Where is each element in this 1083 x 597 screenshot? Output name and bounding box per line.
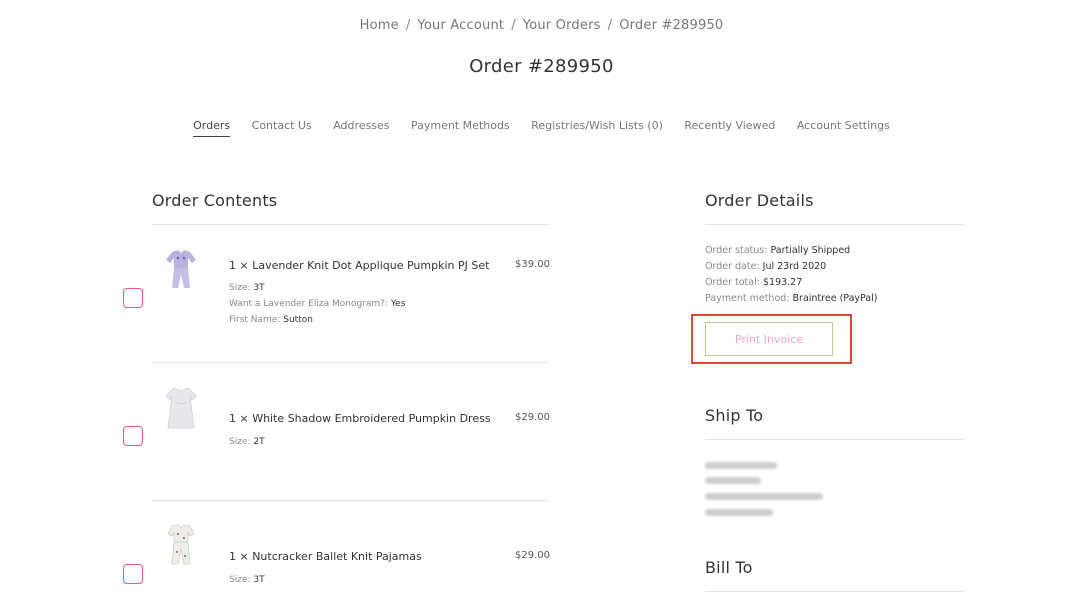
redacted-line: [705, 462, 777, 469]
order-details-list: Order status: Partially Shipped Order da…: [705, 243, 878, 307]
item-name[interactable]: 1 × White Shadow Embroidered Pumpkin Dre…: [229, 412, 491, 425]
breadcrumb-separator: /: [511, 18, 516, 33]
item-option: Size: 3T: [229, 575, 265, 585]
option-label: Size:: [229, 575, 251, 585]
detail-label: Payment method:: [705, 293, 790, 304]
breadcrumb: Home / Your Account / Your Orders / Order #289…: [0, 18, 1083, 33]
order-contents-title: Order Contents: [152, 191, 278, 210]
page-title: Order #289950: [469, 56, 614, 77]
item-price: $29.00: [515, 412, 550, 423]
breadcrumb-your-orders[interactable]: Your Orders: [523, 18, 601, 33]
bill-to-title: Bill To: [705, 558, 753, 577]
order-item: 1 × Nutcracker Ballet Knit Pajamas $29.0…: [120, 518, 550, 597]
divider: [705, 591, 964, 592]
breadcrumb-separator: /: [405, 18, 411, 33]
item-select-checkbox[interactable]: [123, 288, 143, 308]
order-item: 1 × Lavender Knit Dot Applique Pumpkin P…: [120, 240, 550, 350]
account-nav: Orders Contact Us Addresses Payment Meth…: [0, 119, 1083, 137]
divider: [152, 362, 549, 363]
item-option: First Name: Sutton: [229, 315, 313, 325]
item-price: $39.00: [515, 259, 550, 270]
breadcrumb-current-order: Order #289950: [619, 18, 724, 33]
item-price: $29.00: [515, 550, 550, 561]
divider: [152, 224, 549, 225]
breadcrumb-home[interactable]: Home: [360, 18, 399, 33]
option-label: Size:: [229, 283, 251, 293]
option-value: 3T: [253, 283, 265, 293]
redacted-line: [705, 477, 761, 484]
detail-label: Order status:: [705, 245, 768, 256]
option-label: First Name:: [229, 315, 281, 325]
order-status-row: Order status: Partially Shipped: [705, 243, 878, 259]
nav-tab-recently-viewed[interactable]: Recently Viewed: [684, 119, 775, 136]
item-select-checkbox[interactable]: [123, 564, 143, 584]
item-option: Size: 2T: [229, 437, 265, 447]
nav-tab-registries[interactable]: Registries/Wish Lists (0): [531, 119, 663, 136]
nav-tab-contact-us[interactable]: Contact Us: [252, 119, 312, 136]
product-image-white-dress[interactable]: [158, 384, 204, 430]
divider: [152, 500, 549, 501]
detail-label: Order total:: [705, 277, 760, 288]
print-invoice-button[interactable]: Print Invoice: [705, 322, 833, 356]
order-total-row: Order total: $193.27: [705, 275, 878, 291]
payment-method-row: Payment method: Braintree (PayPal): [705, 291, 878, 307]
item-option: Size: 3T: [229, 283, 265, 293]
order-item: 1 × White Shadow Embroidered Pumpkin Dre…: [120, 380, 550, 490]
product-image-nutcracker-pajamas[interactable]: [158, 522, 204, 568]
order-status-value: Partially Shipped: [770, 245, 851, 256]
ship-to-title: Ship To: [705, 406, 764, 425]
nav-tab-account-settings[interactable]: Account Settings: [797, 119, 890, 136]
nav-tab-addresses[interactable]: Addresses: [333, 119, 389, 136]
item-select-checkbox[interactable]: [123, 426, 143, 446]
payment-method-value: Braintree (PayPal): [792, 293, 878, 304]
option-value: 3T: [253, 575, 265, 585]
detail-label: Order date:: [705, 261, 760, 272]
option-value: Sutton: [283, 315, 313, 325]
divider: [705, 224, 964, 225]
option-value: 2T: [253, 437, 265, 447]
order-date-row: Order date: Jul 23rd 2020: [705, 259, 878, 275]
order-total-value: $193.27: [762, 277, 803, 288]
item-option: Want a Lavender Eliza Monogram?: Yes: [229, 299, 405, 309]
nav-tab-orders[interactable]: Orders: [193, 119, 231, 137]
redacted-line: [705, 493, 823, 500]
option-label: Size:: [229, 437, 251, 447]
order-date-value: Jul 23rd 2020: [762, 261, 827, 272]
item-name[interactable]: 1 × Lavender Knit Dot Applique Pumpkin P…: [229, 259, 489, 272]
divider: [705, 439, 964, 440]
option-label: Want a Lavender Eliza Monogram?:: [229, 299, 388, 309]
item-name[interactable]: 1 × Nutcracker Ballet Knit Pajamas: [229, 550, 422, 563]
breadcrumb-separator: /: [607, 18, 613, 33]
nav-tab-payment-methods[interactable]: Payment Methods: [411, 119, 510, 136]
product-image-lavender-pj[interactable]: [158, 246, 204, 292]
redacted-line: [705, 509, 773, 516]
breadcrumb-your-account[interactable]: Your Account: [417, 18, 504, 33]
option-value: Yes: [390, 299, 406, 309]
order-details-title: Order Details: [705, 191, 814, 210]
